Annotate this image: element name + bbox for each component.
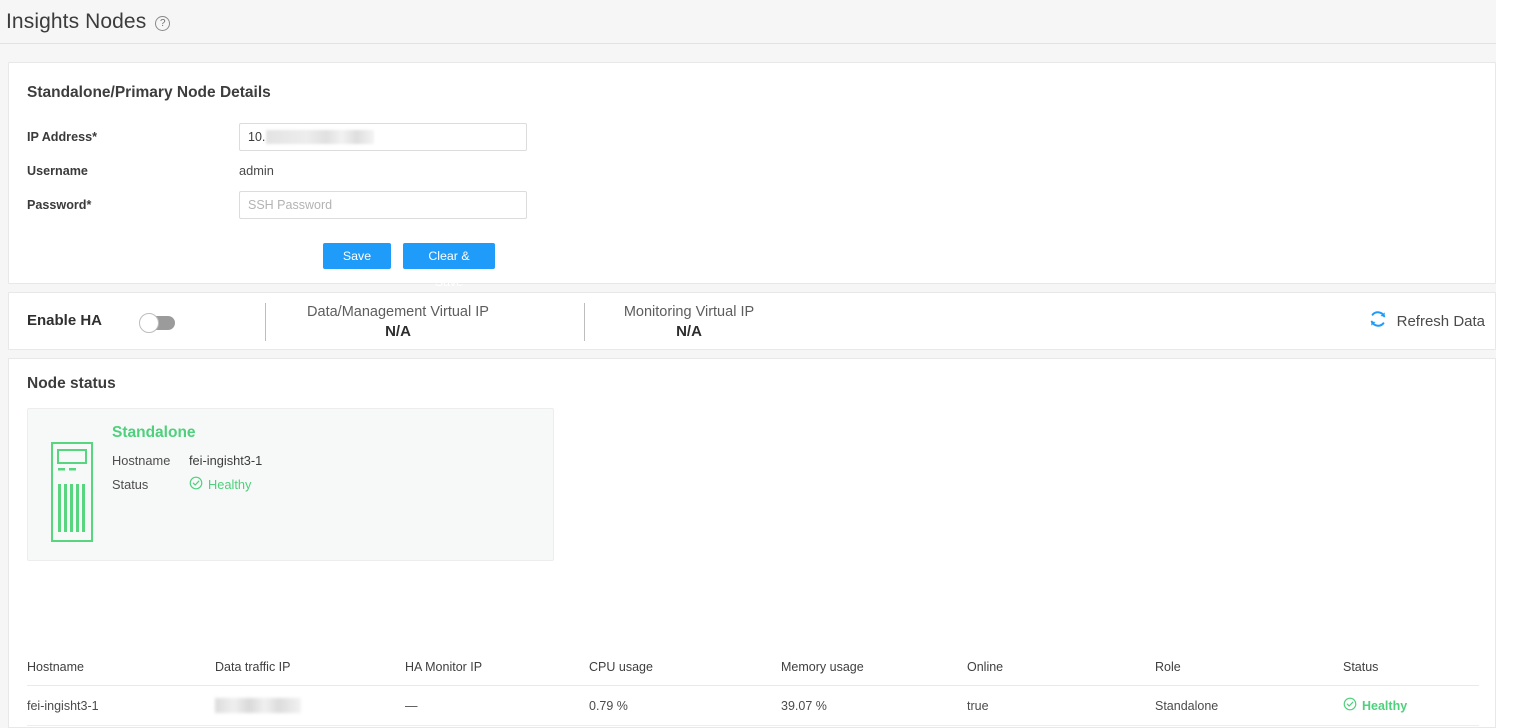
divider-1: [265, 303, 266, 341]
node-role-title: Standalone: [112, 424, 196, 441]
right-margin: [1496, 0, 1516, 728]
cell-ha-monitor-ip: —: [405, 699, 418, 713]
password-input[interactable]: SSH Password: [239, 191, 527, 219]
refresh-data-label: Refresh Data: [1396, 313, 1485, 330]
node-details-title: Standalone/Primary Node Details: [27, 84, 271, 101]
node-hostname-value: fei-ingisht3-1: [189, 453, 263, 468]
monitoring-vip-block: Monitoring Virtual IP N/A: [594, 303, 784, 342]
node-status-card: Node status Standalone Hostname fei-ingi…: [8, 358, 1496, 728]
column-header-memory-usage[interactable]: Memory usage: [781, 660, 864, 674]
divider-2: [584, 303, 585, 341]
toggle-knob: [139, 313, 159, 333]
ip-address-label: IP Address*: [27, 130, 97, 144]
column-header-cpu-usage[interactable]: CPU usage: [589, 660, 653, 674]
ip-address-redaction: [266, 130, 375, 144]
ip-address-input[interactable]: 10.: [239, 123, 527, 151]
node-hostname-row: Hostname fei-ingisht3-1: [112, 453, 262, 468]
node-status-row: Status Healthy: [112, 476, 251, 493]
node-details-card: Standalone/Primary Node Details IP Addre…: [8, 62, 1496, 289]
monitoring-vip-value: N/A: [676, 323, 702, 340]
table-header-row: Hostname Data traffic IP HA Monitor IP C…: [27, 649, 1479, 686]
node-summary-tile[interactable]: Standalone Hostname fei-ingisht3-1 Statu…: [27, 408, 554, 561]
help-circle-icon[interactable]: ?: [155, 16, 171, 31]
column-header-status[interactable]: Status: [1343, 660, 1378, 674]
column-header-hostname[interactable]: Hostname: [27, 660, 84, 674]
refresh-data-button[interactable]: Refresh Data: [1368, 309, 1485, 334]
password-label: Password*: [27, 198, 92, 212]
insights-nodes-page: Insights Nodes ? Standalone/Primary Node…: [0, 0, 1516, 728]
check-circle-icon: [189, 476, 203, 493]
node-status-badge: Healthy: [189, 476, 251, 493]
node-status-title: Node status: [27, 375, 116, 392]
username-label: Username: [27, 163, 88, 178]
cell-data-traffic-ip-redaction: [215, 698, 301, 713]
server-tower-icon: [51, 442, 93, 547]
page-title: Insights Nodes: [6, 9, 147, 33]
enable-ha-toggle[interactable]: [139, 313, 175, 333]
data-management-vip-block: Data/Management Virtual IP N/A: [275, 303, 521, 342]
column-header-online[interactable]: Online: [967, 660, 1003, 674]
enable-ha-label: Enable HA: [27, 312, 103, 329]
node-status-text: Healthy: [208, 477, 252, 492]
page-header: Insights Nodes ?: [0, 0, 1496, 44]
column-header-data-traffic-ip[interactable]: Data traffic IP: [215, 660, 291, 674]
username-row: Username admin: [27, 163, 274, 178]
refresh-icon: [1368, 309, 1388, 334]
monitoring-vip-label: Monitoring Virtual IP: [623, 304, 755, 320]
cell-status-text: Healthy: [1362, 698, 1408, 713]
cell-status: Healthy: [1343, 697, 1407, 714]
clear-and-save-button[interactable]: Clear & Save: [403, 243, 495, 289]
username-value: admin: [239, 163, 274, 178]
column-header-role[interactable]: Role: [1155, 660, 1181, 674]
password-row: Password* SSH Password: [27, 191, 527, 219]
ha-bar-card: Enable HA Data/Management Virtual IP N/A…: [8, 292, 1496, 350]
cell-hostname: fei-ingisht3-1: [27, 699, 99, 713]
ip-address-row: IP Address* 10.: [27, 123, 527, 151]
cell-cpu-usage: 0.79 %: [589, 699, 628, 713]
data-management-vip-value: N/A: [385, 323, 411, 340]
nodes-table: Hostname Data traffic IP HA Monitor IP C…: [27, 649, 1479, 726]
cell-memory-usage: 39.07 %: [781, 699, 827, 713]
ip-address-value: 10.: [248, 130, 266, 144]
save-button[interactable]: Save: [323, 243, 391, 269]
node-status-label: Status: [112, 477, 149, 492]
data-management-vip-label: Data/Management Virtual IP: [307, 304, 489, 320]
check-circle-icon: [1343, 697, 1357, 714]
cell-online: true: [967, 699, 989, 713]
table-row[interactable]: fei-ingisht3-1 — 0.79 % 39.07 % true Sta…: [27, 686, 1479, 726]
column-header-ha-monitor-ip[interactable]: HA Monitor IP: [405, 660, 482, 674]
node-hostname-label: Hostname: [112, 453, 171, 468]
cell-role: Standalone: [1155, 699, 1219, 713]
